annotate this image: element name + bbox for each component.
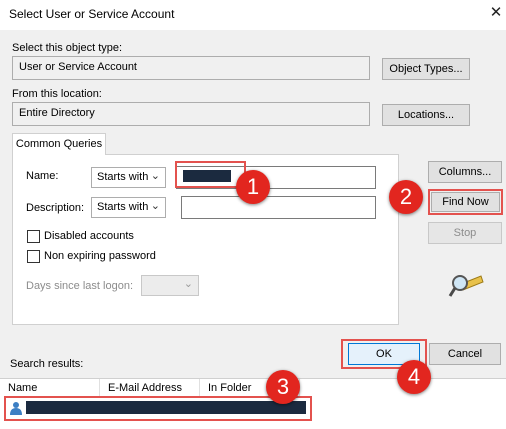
name-operator-value: Starts with	[97, 171, 149, 183]
column-header-name[interactable]: Name	[0, 379, 100, 397]
annotation-badge-2: 2	[389, 180, 423, 214]
chevron-down-icon: ⌄	[183, 278, 193, 290]
locations-button[interactable]: Locations...	[382, 104, 470, 126]
name-operator-select[interactable]: Starts with ⌄	[91, 167, 166, 188]
chevron-down-icon: ⌄	[150, 170, 160, 182]
object-type-field: User or Service Account	[12, 56, 370, 80]
location-label: From this location:	[12, 88, 102, 100]
name-label: Name:	[26, 170, 59, 182]
highlight-find-now	[428, 189, 503, 215]
description-label: Description:	[26, 202, 85, 214]
close-icon[interactable]: ✕	[488, 4, 504, 22]
stop-button[interactable]: Stop	[428, 222, 502, 244]
disabled-accounts-checkbox[interactable]	[27, 230, 40, 243]
days-since-logon-label: Days since last logon:	[26, 280, 133, 292]
annotation-badge-3: 3	[266, 370, 300, 404]
highlight-result-row	[4, 396, 312, 421]
columns-button[interactable]: Columns...	[428, 161, 502, 183]
chevron-down-icon: ⌄	[150, 200, 160, 212]
location-field: Entire Directory	[12, 102, 370, 126]
object-type-label: Select this object type:	[12, 42, 123, 54]
description-operator-value: Starts with	[97, 201, 149, 213]
annotation-badge-1: 1	[236, 170, 270, 204]
annotation-badge-4: 4	[397, 360, 431, 394]
disabled-accounts-label: Disabled accounts	[44, 230, 134, 242]
description-operator-select[interactable]: Starts with ⌄	[91, 197, 166, 218]
non-expiring-password-label: Non expiring password	[44, 250, 156, 262]
cancel-button[interactable]: Cancel	[429, 343, 501, 365]
column-header-email[interactable]: E-Mail Address	[100, 379, 200, 397]
search-animation-icon	[447, 270, 487, 302]
tab-common-queries[interactable]: Common Queries	[12, 133, 106, 155]
non-expiring-password-checkbox[interactable]	[27, 250, 40, 263]
object-types-button[interactable]: Object Types...	[382, 58, 470, 80]
window-title: Select User or Service Account	[9, 7, 175, 21]
search-results-label: Search results:	[10, 358, 84, 370]
days-since-logon-select[interactable]: ⌄	[141, 275, 199, 296]
description-input[interactable]	[181, 196, 376, 219]
